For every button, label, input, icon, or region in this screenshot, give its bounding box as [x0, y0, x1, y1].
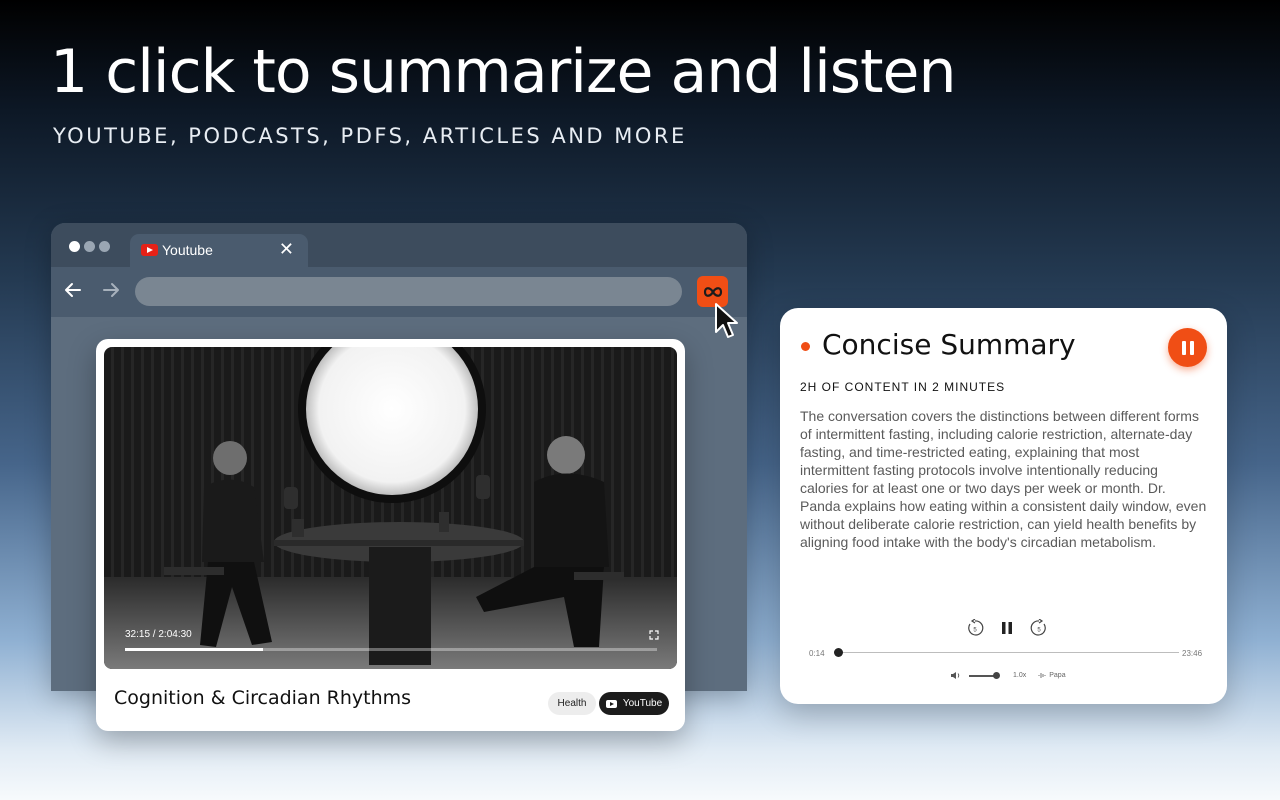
- summary-card: Concise Summary 2H OF CONTENT IN 2 MINUT…: [780, 308, 1227, 704]
- seek-handle[interactable]: [834, 648, 843, 657]
- pause-button[interactable]: [1168, 328, 1207, 367]
- voice-selector[interactable]: Papa: [1038, 672, 1066, 679]
- elapsed-time: 0:14: [809, 649, 825, 658]
- summary-title: Concise Summary: [822, 328, 1076, 361]
- pause-bar: [1181, 340, 1186, 355]
- video-title: Cognition & Circadian Rhythms: [114, 687, 412, 709]
- hero-subtitle: YOUTUBE, PODCASTS, PDFS, ARTICLES AND MO…: [53, 124, 687, 148]
- volume-icon[interactable]: [950, 671, 961, 680]
- tag-health-label: Health: [557, 698, 587, 709]
- tag-youtube-label: YouTube: [622, 698, 663, 709]
- speed-button[interactable]: 1.0x: [1013, 672, 1026, 679]
- rewind-label: 5: [973, 628, 977, 634]
- podcast-scene-image: [104, 347, 677, 669]
- video-progress-fill: [125, 648, 264, 651]
- forward-5-icon[interactable]: 5: [1030, 619, 1048, 637]
- tag-youtube[interactable]: YouTube: [599, 692, 669, 715]
- summary-subtitle: 2H OF CONTENT IN 2 MINUTES: [800, 380, 1006, 394]
- tab-youtube[interactable]: Youtube ✕: [130, 234, 308, 267]
- video-time: 32:15 / 2:04:30: [125, 629, 192, 640]
- pause-icon[interactable]: [1001, 621, 1013, 635]
- youtube-icon: [141, 244, 158, 256]
- video-player[interactable]: 32:15 / 2:04:30: [104, 347, 677, 669]
- window-controls: [69, 241, 110, 252]
- voice-label: Papa: [1049, 672, 1066, 679]
- pause-bar: [1189, 340, 1194, 355]
- waveform-icon: [1038, 673, 1046, 678]
- forward-arrow-icon[interactable]: [102, 281, 120, 299]
- youtube-icon: [605, 699, 617, 708]
- minimize-window-dot[interactable]: [84, 241, 95, 252]
- hero-title: 1 click to summarize and listen: [50, 37, 956, 107]
- tab-close-icon[interactable]: ✕: [279, 239, 294, 260]
- maximize-window-dot[interactable]: [99, 241, 110, 252]
- close-window-dot[interactable]: [69, 241, 80, 252]
- mouse-cursor-icon: [715, 303, 738, 338]
- tag-health[interactable]: Health: [548, 692, 596, 715]
- forward-label: 5: [1037, 628, 1041, 634]
- fullscreen-icon[interactable]: [649, 630, 659, 640]
- total-time: 23:46: [1182, 649, 1203, 658]
- address-bar[interactable]: [135, 277, 682, 306]
- tab-label: Youtube: [162, 242, 213, 258]
- tab-strip: Youtube ✕: [51, 223, 747, 267]
- browser-toolbar: [51, 267, 747, 317]
- video-progress-bar[interactable]: [125, 648, 657, 651]
- infinity-icon: [703, 286, 722, 297]
- volume-handle[interactable]: [993, 671, 1000, 679]
- back-arrow-icon[interactable]: [64, 281, 82, 299]
- audio-options: 1.0x Papa: [950, 671, 1066, 680]
- seek-bar[interactable]: [834, 652, 1179, 653]
- status-dot-icon: [801, 342, 810, 351]
- video-card: 32:15 / 2:04:30 Cognition & Circadian Rh…: [96, 339, 685, 731]
- playback-controls: 5 5: [966, 619, 1048, 637]
- summary-text: The conversation covers the distinctions…: [800, 408, 1207, 550]
- rewind-5-icon[interactable]: 5: [966, 619, 984, 637]
- volume-slider[interactable]: [969, 671, 1000, 679]
